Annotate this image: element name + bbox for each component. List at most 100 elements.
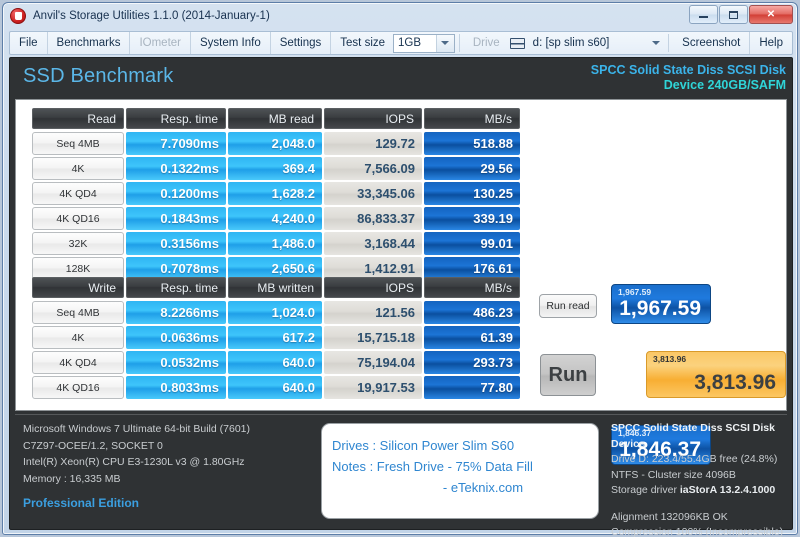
maximize-button[interactable]: [719, 5, 748, 24]
menu-bar: File Benchmarks IOmeter System Info Sett…: [9, 31, 793, 55]
drive-chevron-down-icon[interactable]: [647, 34, 664, 53]
row-label-button[interactable]: 4K: [32, 326, 124, 349]
write-col-header-iops: IOPS: [324, 277, 422, 298]
table-row: 4K 0.1322ms 369.4 7,566.09 29.56: [32, 157, 522, 180]
row-label-button[interactable]: 4K QD4: [32, 351, 124, 374]
menu-item-benchmarks[interactable]: Benchmarks: [48, 32, 131, 54]
menu-divider: [458, 34, 460, 52]
table-header-row: Read Resp. time MB read IOPS MB/s: [32, 108, 522, 129]
drive-info-driver-label: Storage driver: [611, 484, 677, 496]
cell-iops: 33,345.06: [324, 182, 422, 205]
total-score-box: 3,813.96 3,813.96: [646, 351, 786, 398]
device-header-line2: Device 240GB/SAFM: [663, 78, 786, 92]
cell-mb: 1,628.2: [227, 182, 322, 205]
read-score-large: 1,967.59: [619, 297, 701, 320]
read-table: Read Resp. time MB read IOPS MB/s Seq 4M…: [32, 108, 522, 282]
cell-iops: 15,715.18: [324, 326, 422, 349]
menu-item-settings[interactable]: Settings: [271, 32, 332, 54]
edition-label: Professional Edition: [23, 496, 140, 510]
table-row: 4K QD16 0.8033ms 640.0 19,917.53 77.80: [32, 376, 522, 399]
system-info-memory: Memory : 16,335 MB: [23, 472, 121, 485]
row-label-button[interactable]: 4K QD16: [32, 376, 124, 399]
row-label-button[interactable]: 32K: [32, 232, 124, 255]
drive-info-compression: Compression 100% (Incompressible): [611, 526, 784, 537]
close-button[interactable]: ✕: [749, 5, 793, 24]
drive-icon: [509, 37, 525, 49]
system-info-panel: Microsoft Windows 7 Ultimate 64-bit Buil…: [23, 421, 250, 512]
cell-mbs: 293.73: [423, 351, 520, 374]
total-score-small: 3,813.96: [653, 354, 687, 364]
cell-mbs: 29.56: [423, 157, 520, 180]
drive-select[interactable]: d: [sp slim s60]: [509, 34, 664, 53]
read-col-header-mb: MB read: [228, 108, 323, 129]
read-col-header-name: Read: [32, 108, 125, 129]
application-window: Anvil's Storage Utilities 1.1.0 (2014-Ja…: [2, 2, 798, 537]
cell-mbs: 61.39: [423, 326, 520, 349]
cell-resp-time: 0.8033ms: [126, 376, 226, 399]
table-header-row: Write Resp. time MB written IOPS MB/s: [32, 277, 522, 298]
cell-mb: 1,486.0: [227, 232, 322, 255]
table-row: 32K 0.3156ms 1,486.0 3,168.44 99.01: [32, 232, 522, 255]
anvil-benchmark-window: Anvil's Storage Utilities 1.1.0 (2014-Ja…: [0, 0, 800, 537]
row-label-button[interactable]: 4K: [32, 157, 124, 180]
cell-mbs: 130.25: [423, 182, 520, 205]
read-col-header-resp: Resp. time: [126, 108, 226, 129]
write-table: Write Resp. time MB written IOPS MB/s Se…: [32, 277, 522, 401]
row-label-button[interactable]: Seq 4MB: [32, 132, 124, 155]
table-row: Seq 4MB 8.2266ms 1,024.0 121.56 486.23: [32, 301, 522, 324]
run-button[interactable]: Run: [540, 354, 596, 396]
notes-notes-line: Notes : Fresh Drive - 75% Data Fill: [332, 459, 533, 474]
row-label-button[interactable]: Seq 4MB: [32, 301, 124, 324]
read-score-small: 1,967.59: [618, 287, 652, 297]
test-size-label: Test size: [340, 37, 386, 49]
device-header: SPCC Solid State Diss SCSI Disk Device 2…: [591, 63, 786, 93]
window-controls: ✕: [689, 5, 793, 24]
menu-item-screenshot[interactable]: Screenshot: [673, 32, 751, 54]
device-header-line1: SPCC Solid State Diss SCSI Disk: [590, 63, 786, 77]
menu-item-file[interactable]: File: [10, 32, 48, 54]
drive-value: d: [sp slim s60]: [532, 37, 610, 49]
cell-iops: 75,194.04: [324, 351, 422, 374]
read-score-box: 1,967.59 1,967.59: [611, 284, 711, 324]
title-bar: Anvil's Storage Utilities 1.1.0 (2014-Ja…: [3, 3, 797, 29]
menu-divider-2: [668, 34, 670, 52]
menu-item-system-info[interactable]: System Info: [191, 32, 271, 54]
menu-item-help[interactable]: Help: [750, 32, 792, 54]
cell-resp-time: 0.1843ms: [126, 207, 226, 230]
test-size-select[interactable]: 1GB: [393, 33, 455, 53]
cell-mb: 2,048.0: [227, 132, 322, 155]
cell-mb: 617.2: [227, 326, 322, 349]
read-col-header-mbs: MB/s: [424, 108, 520, 129]
system-info-cpu: Intel(R) Xeon(R) CPU E3-1230L v3 @ 1.80G…: [23, 456, 245, 468]
cell-mbs: 99.01: [423, 232, 520, 255]
write-col-header-mbs: MB/s: [424, 277, 520, 298]
cell-iops: 3,168.44: [324, 232, 422, 255]
cell-iops: 121.56: [324, 301, 422, 324]
write-col-header-mb: MB written: [228, 277, 323, 298]
row-label-button[interactable]: 4K QD16: [32, 207, 124, 230]
drive-info-capacity: Drive D: 223.4/55.4GB free (24.8%): [611, 453, 778, 465]
cell-iops: 7,566.09: [324, 157, 422, 180]
cell-resp-time: 7.7090ms: [126, 132, 226, 155]
run-read-button[interactable]: Run read: [539, 294, 597, 318]
cell-resp-time: 8.2266ms: [126, 301, 226, 324]
drive-label: Drive: [472, 37, 500, 49]
cell-resp-time: 0.3156ms: [126, 232, 226, 255]
chevron-down-icon[interactable]: [435, 34, 454, 52]
notes-box[interactable]: Drives : Silicon Power Slim S60 Notes : …: [321, 423, 599, 519]
drive-info-alignment: Alignment 132096KB OK: [611, 510, 728, 523]
drive-info-spacer: [611, 499, 792, 510]
system-info-board: C7Z97-OCEE/1.2, SOCKET 0: [23, 439, 163, 452]
cell-iops: 86,833.37: [324, 207, 422, 230]
table-row: Seq 4MB 7.7090ms 2,048.0 129.72 518.88: [32, 132, 522, 155]
table-row: 4K 0.0636ms 617.2 15,715.18 61.39: [32, 326, 522, 349]
row-label-button[interactable]: 4K QD4: [32, 182, 124, 205]
cell-mb: 640.0: [227, 351, 322, 374]
cell-resp-time: 0.0636ms: [126, 326, 226, 349]
cell-mb: 1,024.0: [227, 301, 322, 324]
minimize-button[interactable]: [689, 5, 718, 24]
read-col-header-iops: IOPS: [324, 108, 422, 129]
notes-drives-line: Drives : Silicon Power Slim S60: [332, 438, 515, 453]
cell-resp-time: 0.0532ms: [126, 351, 226, 374]
page-title: SSD Benchmark: [23, 65, 174, 87]
